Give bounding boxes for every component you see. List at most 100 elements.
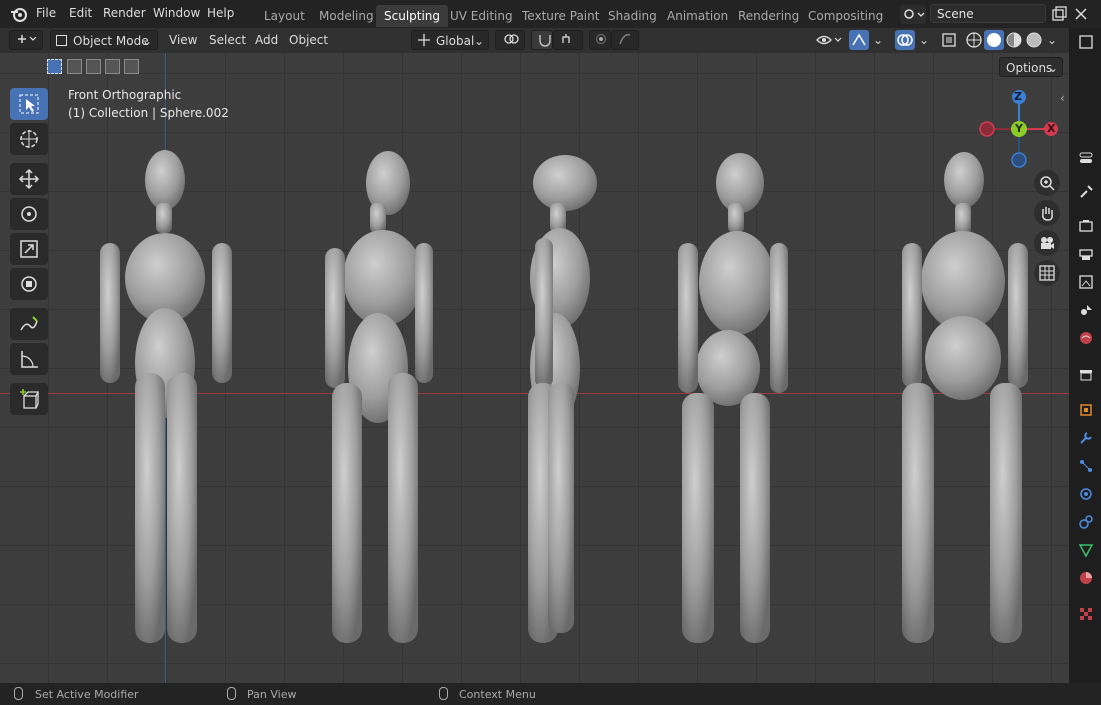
tab-uv-editing[interactable]: UV Editing — [442, 5, 521, 27]
tab-compositing[interactable]: Compositing — [800, 5, 891, 27]
material-properties-icon[interactable] — [1075, 567, 1097, 589]
sidebar-toggle-icon[interactable]: ‹ — [1060, 91, 1065, 105]
options-label: Options — [1006, 61, 1053, 75]
overlays-toggle-icon[interactable] — [895, 30, 915, 50]
particle-properties-icon[interactable] — [1075, 455, 1097, 477]
mannequin-models[interactable] — [0, 53, 1069, 683]
select-box-tool-icon[interactable] — [10, 88, 48, 120]
orientation-axes-icon — [417, 33, 431, 53]
tab-sculpting[interactable]: Sculpting — [376, 5, 449, 27]
menu-help[interactable]: Help — [207, 6, 234, 20]
physics-properties-icon[interactable] — [1075, 483, 1097, 505]
object-properties-icon[interactable] — [1075, 399, 1097, 421]
scene-name-field[interactable]: Scene — [930, 4, 1046, 23]
mouse-middle-icon — [227, 687, 236, 700]
xray-toggle-icon[interactable] — [940, 31, 958, 49]
zoom-icon[interactable] — [1034, 170, 1060, 196]
status-bar: Set Active Modifier Pan View Context Men… — [0, 683, 1101, 705]
tab-texture-paint[interactable]: Texture Paint — [514, 5, 607, 27]
navigation-gizmo[interactable]: Z X Y — [977, 88, 1061, 172]
chevron-down-icon: ⌄ — [1047, 61, 1058, 75]
visibility-eye-icon[interactable] — [815, 31, 845, 49]
render-properties-icon[interactable] — [1075, 215, 1097, 237]
shading-wireframe-icon[interactable] — [964, 30, 984, 50]
options-dropdown[interactable]: Options ⌄ — [999, 57, 1063, 77]
shading-solid-icon[interactable] — [984, 30, 1004, 50]
perspective-grid-icon[interactable] — [1034, 260, 1060, 286]
rotate-tool-icon[interactable] — [10, 198, 48, 230]
properties-editor-icon[interactable] — [1075, 31, 1097, 53]
shading-rendered-icon[interactable] — [1024, 30, 1044, 50]
gizmo-toggle-icon[interactable] — [849, 30, 869, 50]
select-invert-icon[interactable] — [105, 59, 120, 74]
properties-toggle-icon[interactable] — [1075, 147, 1097, 169]
chevron-down-icon: ⌄ — [141, 34, 152, 48]
camera-view-icon[interactable] — [1034, 230, 1060, 256]
tool-settings-icon[interactable] — [1075, 181, 1097, 203]
header-menu-add[interactable]: Add — [255, 33, 278, 47]
pivot-point-icon[interactable] — [495, 30, 525, 50]
menu-render[interactable]: Render — [103, 6, 146, 20]
cursor-tool-icon[interactable] — [10, 123, 48, 155]
chevron-down-icon[interactable]: ⌄ — [1047, 33, 1057, 47]
snap-toggle-icon[interactable] — [531, 30, 553, 50]
orientation-label: Global — [436, 34, 475, 48]
scale-tool-icon[interactable] — [10, 233, 48, 265]
select-new-icon[interactable] — [47, 59, 62, 74]
proportional-edit-icon[interactable] — [589, 30, 611, 50]
tab-animation[interactable]: Animation — [659, 5, 736, 27]
tab-layout[interactable]: Layout — [256, 5, 313, 27]
status-set-active-modifier: Set Active Modifier — [35, 688, 139, 701]
figure-side — [528, 155, 597, 643]
move-tool-icon[interactable] — [10, 163, 48, 195]
status-pan-view: Pan View — [247, 688, 297, 701]
tab-modeling[interactable]: Modeling — [311, 5, 382, 27]
mode-dropdown[interactable]: Object Mode ⌄ — [50, 30, 158, 50]
constraint-properties-icon[interactable] — [1075, 511, 1097, 533]
pan-hand-icon[interactable] — [1034, 200, 1060, 226]
figure-back — [902, 152, 1028, 643]
snap-target-icon[interactable] — [553, 30, 583, 50]
gizmo-y-label: Y — [1015, 122, 1023, 135]
falloff-curve-icon[interactable] — [611, 30, 639, 50]
figure-back-three-quarter — [678, 153, 788, 643]
world-properties-icon[interactable] — [1075, 327, 1097, 349]
output-properties-icon[interactable] — [1075, 243, 1097, 265]
menu-window[interactable]: Window — [153, 6, 200, 20]
select-intersect-icon[interactable] — [124, 59, 139, 74]
shading-material-icon[interactable] — [1004, 30, 1024, 50]
modifier-properties-icon[interactable] — [1075, 427, 1097, 449]
measure-tool-icon[interactable] — [10, 343, 48, 375]
menu-file[interactable]: File — [36, 6, 56, 20]
editor-type-icon[interactable] — [9, 30, 43, 50]
add-cube-tool-icon[interactable] — [10, 383, 48, 415]
transform-orientation-dropdown[interactable]: Global ⌄ — [411, 30, 489, 50]
transform-tool-icon[interactable] — [10, 268, 48, 300]
header-menu-view[interactable]: View — [169, 33, 197, 47]
new-scene-icon[interactable] — [1050, 5, 1068, 23]
view-name: Front Orthographic — [68, 88, 182, 102]
object-data-properties-icon[interactable] — [1075, 539, 1097, 561]
top-bar: File Edit Render Window Help Layout Mode… — [0, 0, 1101, 28]
view-layer-properties-icon[interactable] — [1075, 271, 1097, 293]
figure-three-quarter — [325, 151, 433, 643]
collection-properties-icon[interactable] — [1075, 364, 1097, 386]
tab-rendering[interactable]: Rendering — [730, 5, 807, 27]
chevron-down-icon[interactable]: ⌄ — [919, 33, 929, 47]
chevron-down-icon: ⌄ — [473, 34, 484, 48]
header-menu-select[interactable]: Select — [209, 33, 246, 47]
scene-selector-icon[interactable] — [900, 5, 926, 24]
3d-viewport[interactable]: Front Orthographic (1) Collection | Sphe… — [0, 53, 1069, 683]
texture-properties-icon[interactable] — [1075, 603, 1097, 625]
select-subtract-icon[interactable] — [86, 59, 101, 74]
chevron-down-icon[interactable]: ⌄ — [873, 33, 883, 47]
blender-logo-icon[interactable] — [10, 6, 28, 25]
menu-edit[interactable]: Edit — [69, 6, 92, 20]
header-menu-object[interactable]: Object — [289, 33, 328, 47]
select-extend-icon[interactable] — [67, 59, 82, 74]
scene-properties-icon[interactable] — [1075, 299, 1097, 321]
annotate-tool-icon[interactable] — [10, 308, 48, 340]
gizmo-x-label: X — [1047, 122, 1056, 135]
close-scene-icon[interactable] — [1072, 5, 1090, 23]
tab-shading[interactable]: Shading — [600, 5, 665, 27]
